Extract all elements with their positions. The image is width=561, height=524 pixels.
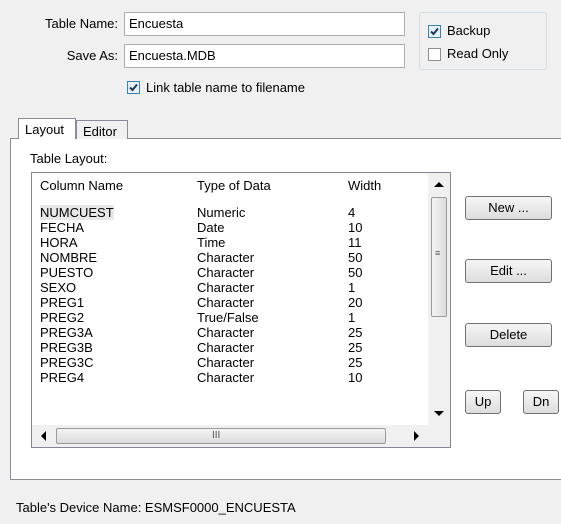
cell-name: PREG3C [40, 355, 94, 370]
table-name-label: Table Name: [45, 16, 118, 31]
cell-type: Character [197, 340, 255, 355]
table-row[interactable]: SEXO Character 1 [32, 280, 422, 295]
cell-name: HORA [40, 235, 78, 250]
cell-type: Character [197, 250, 255, 265]
tab-layout[interactable]: Layout [18, 118, 76, 139]
cell-type: Character [197, 280, 255, 295]
cell-width: 4 [348, 205, 356, 220]
cell-width: 25 [348, 340, 363, 355]
cell-width: 50 [348, 265, 363, 280]
cell-name: NUMCUEST [40, 205, 114, 220]
save-as-input[interactable]: Encuesta.MDB [124, 44, 405, 68]
cell-width: 25 [348, 325, 363, 340]
horizontal-scrollbar[interactable]: III [32, 425, 428, 447]
new-button[interactable]: New ... [465, 196, 552, 220]
columns-list[interactable]: Column Name Type of Data Width NUMCUEST N… [31, 172, 451, 448]
delete-button[interactable]: Delete [465, 323, 552, 347]
cell-width: 11 [348, 235, 362, 250]
cell-name: FECHA [40, 220, 85, 235]
table-row[interactable]: PREG4 Character 10 [32, 370, 422, 385]
column-header-name[interactable]: Column Name [40, 177, 123, 195]
tab-editor[interactable]: Editor [76, 120, 128, 139]
up-button[interactable]: Up [465, 390, 501, 414]
cell-width: 10 [348, 220, 363, 235]
horizontal-scroll-grip: III [212, 430, 221, 441]
horizontal-scroll-thumb[interactable]: III [56, 428, 386, 444]
vertical-scroll-grip: ≡ [435, 248, 441, 258]
cell-name: PUESTO [40, 265, 94, 280]
cell-name: PREG3B [40, 340, 93, 355]
scroll-down-icon[interactable] [434, 411, 444, 416]
table-row[interactable]: PREG3B Character 25 [32, 340, 422, 355]
table-properties-dialog: { "header": { "table_name_label": "Table… [0, 0, 561, 524]
cell-name: NOMBRE [40, 250, 98, 265]
column-header-type[interactable]: Type of Data [197, 177, 271, 195]
cell-name: SEXO [40, 280, 77, 295]
cell-name: PREG1 [40, 295, 85, 310]
cell-width: 20 [348, 295, 363, 310]
table-row[interactable]: PREG3A Character 25 [32, 325, 422, 340]
link-table-name-checkbox[interactable] [127, 81, 140, 94]
cell-type: Character [197, 325, 255, 340]
column-header-width[interactable]: Width [348, 177, 381, 195]
cell-type: Character [197, 355, 255, 370]
cell-type: Date [197, 220, 225, 235]
cell-type: True/False [197, 310, 259, 325]
table-row[interactable]: PREG2 True/False 1 [32, 310, 422, 325]
down-button[interactable]: Dn [523, 390, 559, 414]
device-name-label: Table's Device Name: ESMSF0000_ENCUESTA [16, 500, 296, 515]
check-icon [129, 83, 138, 92]
table-row[interactable]: NOMBRE Character 50 [32, 250, 422, 265]
cell-width: 1 [348, 310, 356, 325]
check-icon [430, 27, 439, 36]
cell-type: Numeric [197, 205, 246, 220]
cell-type: Character [197, 370, 255, 385]
cell-type: Character [197, 265, 255, 280]
cell-type: Character [197, 295, 255, 310]
cell-name: PREG4 [40, 370, 85, 385]
table-row[interactable]: HORA Time 11 [32, 235, 422, 250]
cell-width: 10 [348, 370, 363, 385]
scroll-up-icon[interactable] [434, 182, 444, 187]
table-row[interactable]: NUMCUEST Numeric 4 [32, 205, 422, 220]
table-row[interactable]: FECHA Date 10 [32, 220, 422, 235]
backup-label: Backup [447, 23, 491, 38]
scroll-corner [428, 425, 450, 447]
read-only-checkbox[interactable] [428, 48, 441, 61]
save-as-label: Save As: [66, 48, 118, 63]
cell-name: PREG2 [40, 310, 85, 325]
table-row[interactable]: PREG1 Character 20 [32, 295, 422, 310]
scroll-right-icon[interactable] [414, 431, 419, 441]
tab-editor-label: Editor [83, 124, 117, 139]
cell-width: 25 [348, 355, 363, 370]
cell-name: PREG3A [40, 325, 93, 340]
table-layout-group-label: Table Layout: [30, 151, 108, 166]
cell-width: 50 [348, 250, 363, 265]
link-table-name-label: Link table name to filename [146, 80, 305, 95]
table-name-input[interactable]: Encuesta [124, 12, 405, 36]
vertical-scroll-thumb[interactable]: ≡ [431, 197, 447, 317]
vertical-scrollbar[interactable]: ≡ [428, 173, 450, 425]
read-only-label: Read Only [447, 46, 509, 61]
table-row[interactable]: PREG3C Character 25 [32, 355, 422, 370]
tab-layout-label: Layout [25, 122, 65, 137]
cell-width: 1 [348, 280, 356, 295]
scroll-left-icon[interactable] [41, 431, 46, 441]
cell-type: Time [197, 235, 226, 250]
edit-button[interactable]: Edit ... [465, 259, 552, 283]
backup-checkbox[interactable] [428, 25, 441, 38]
table-row[interactable]: PUESTO Character 50 [32, 265, 422, 280]
